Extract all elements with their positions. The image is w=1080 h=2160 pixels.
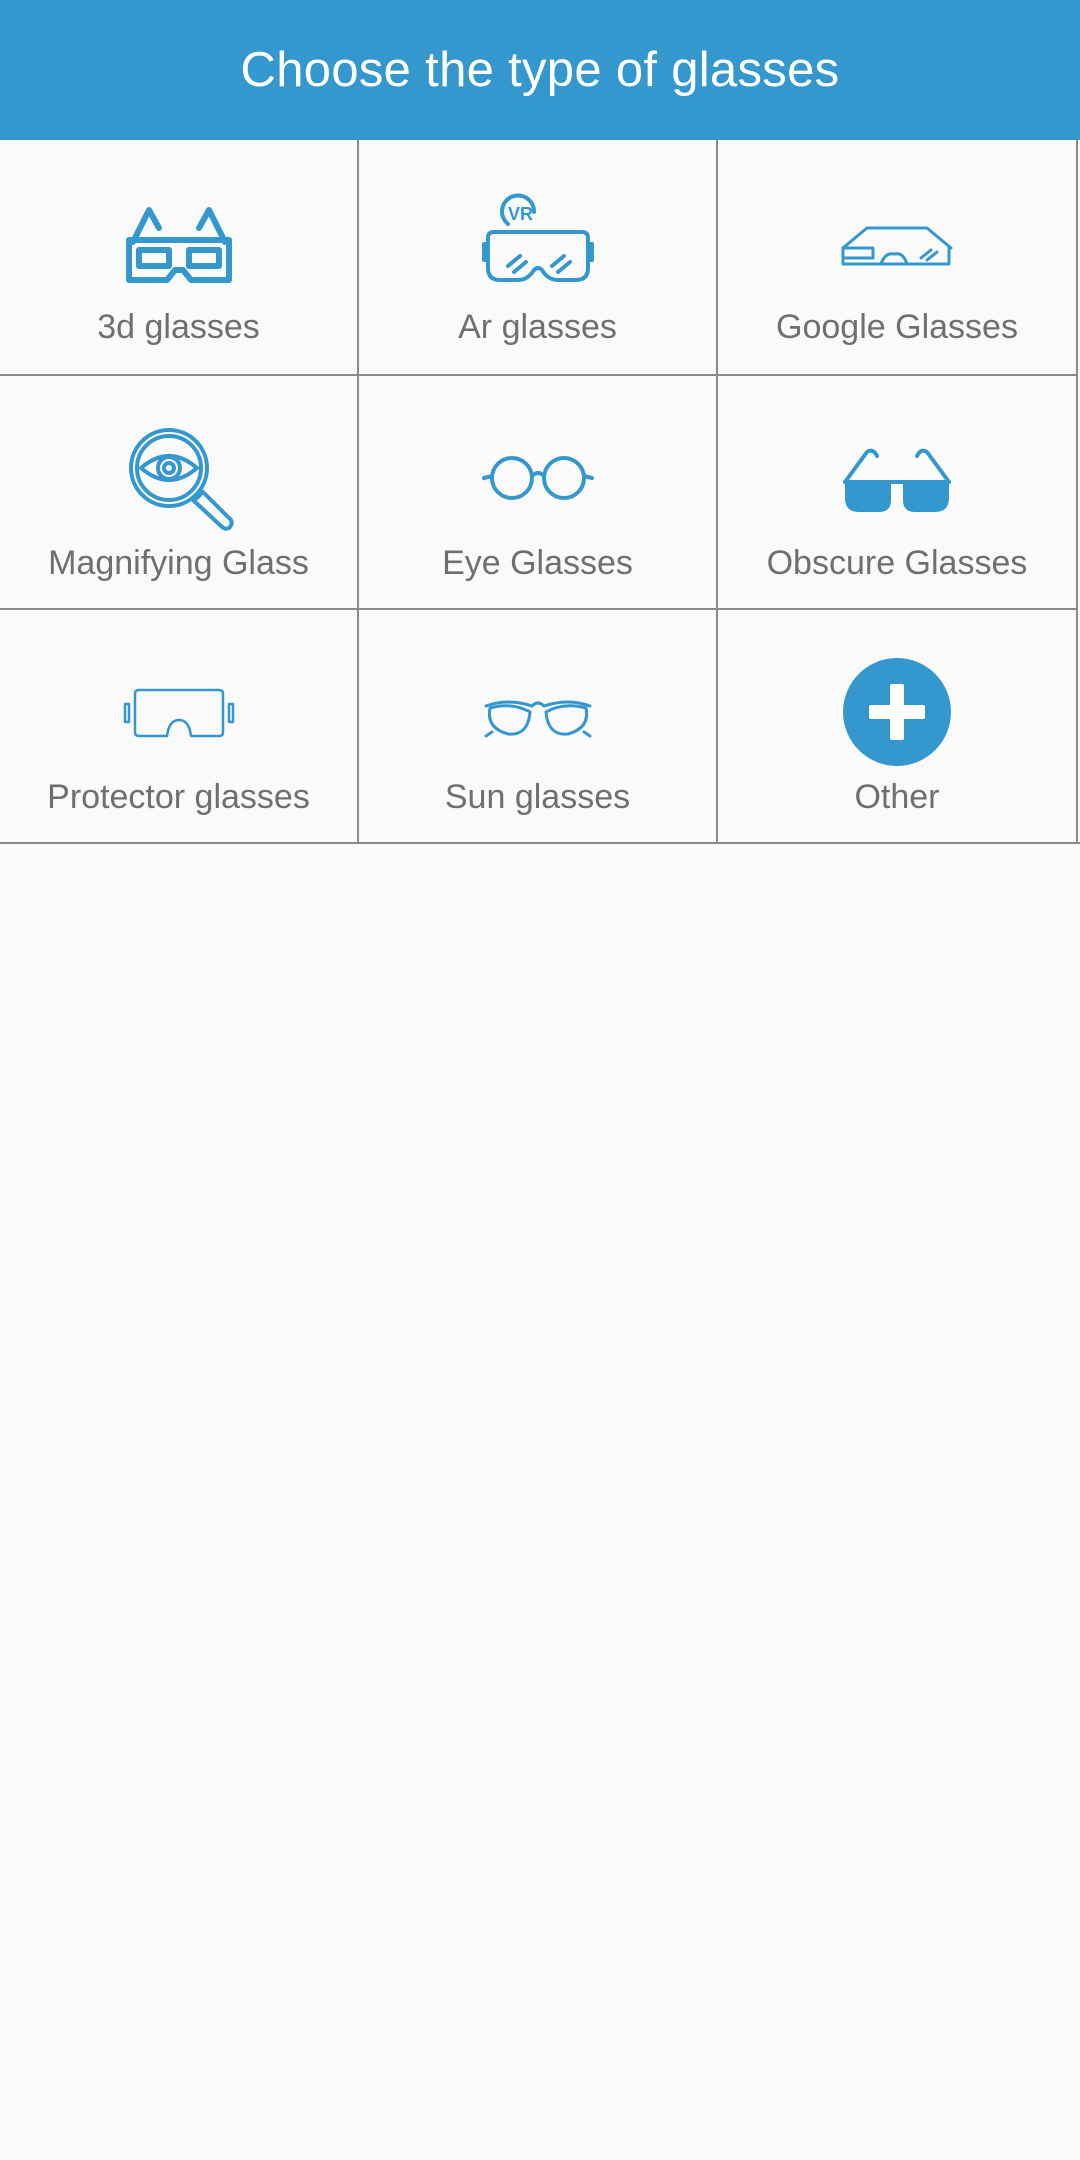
- option-label: Sun glasses: [444, 778, 631, 816]
- option-label: Eye Glasses: [442, 544, 633, 582]
- option-label: 3d glasses: [97, 308, 260, 346]
- option-label: Other: [854, 778, 940, 816]
- magnifying-glass-eye-icon: [119, 418, 239, 538]
- option-label: Ar glasses: [458, 308, 617, 346]
- glasses-grid: 3d glasses VR Ar glasses Google Glasses …: [0, 140, 1080, 844]
- app-bar: Choose the type of glasses: [0, 0, 1080, 140]
- option-3d-glasses[interactable]: 3d glasses: [0, 140, 359, 374]
- vr-headset-icon: VR: [478, 182, 598, 302]
- dark-sunglasses-icon: [837, 418, 957, 538]
- option-label: Google Glasses: [776, 308, 1018, 346]
- option-sun-glasses[interactable]: Sun glasses: [359, 608, 718, 842]
- svg-text:VR: VR: [508, 204, 533, 224]
- option-google-glasses[interactable]: Google Glasses: [718, 140, 1078, 374]
- option-obscure-glasses[interactable]: Obscure Glasses: [718, 374, 1078, 608]
- 3d-glasses-icon: [119, 182, 239, 302]
- plus-circle-icon: [837, 652, 957, 772]
- google-glass-icon: [837, 182, 957, 302]
- option-label: Magnifying Glass: [48, 544, 309, 582]
- option-label: Protector glasses: [47, 778, 310, 816]
- safety-goggles-icon: [119, 652, 239, 772]
- aviator-sunglasses-icon: [478, 652, 598, 772]
- option-protector-glasses[interactable]: Protector glasses: [0, 608, 359, 842]
- option-label: Obscure Glasses: [766, 544, 1028, 582]
- option-eye-glasses[interactable]: Eye Glasses: [359, 374, 718, 608]
- page-title: Choose the type of glasses: [240, 43, 840, 97]
- option-magnifying-glass[interactable]: Magnifying Glass: [0, 374, 359, 608]
- option-ar-glasses[interactable]: VR Ar glasses: [359, 140, 718, 374]
- round-eyeglasses-icon: [478, 418, 598, 538]
- option-other[interactable]: Other: [718, 608, 1078, 842]
- glasses-type-screen: Choose the type of glasses 3d glasses VR…: [0, 0, 1080, 2160]
